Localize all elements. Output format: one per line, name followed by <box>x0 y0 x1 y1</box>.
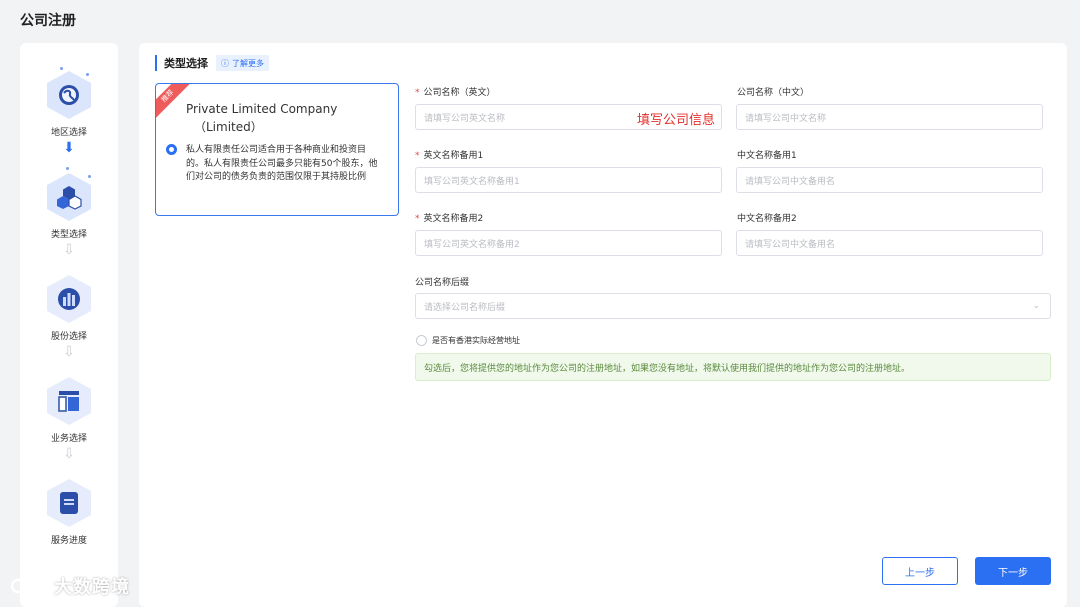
company-type-subtitle: （Limited） <box>194 120 263 134</box>
suffix-label: 公司名称后缀 <box>415 278 470 288</box>
alt-en-2-input[interactable]: 填写公司英文名称备用2 <box>415 230 722 256</box>
globe-icon <box>56 82 82 108</box>
bar-chart-icon <box>56 286 82 312</box>
hk-address-label: 是否有香港实际经营地址 <box>432 336 520 345</box>
step-sidebar: 地区选择 ⬇ 类型选择 ⇩ 股份选择 ⇩ 业务选择 ⇩ 服务进度 <box>20 43 118 607</box>
company-type-radio[interactable] <box>166 144 177 155</box>
suffix-placeholder: 请选择公司名称后缀 <box>424 302 506 313</box>
step-type[interactable]: 类型选择 <box>20 173 118 240</box>
name-cn-placeholder: 请填写公司中文名称 <box>745 113 827 124</box>
step-shares[interactable]: 股份选择 <box>20 275 118 342</box>
cubes-icon <box>56 184 82 210</box>
document-icon <box>56 490 82 516</box>
section-accent-bar <box>155 55 157 71</box>
required-marker: * <box>415 151 420 161</box>
prev-step-button[interactable]: 上一步 <box>882 557 958 585</box>
chevron-down-icon: ⌄ <box>1032 301 1040 311</box>
step-progress-label: 服务进度 <box>50 536 87 546</box>
alt-cn-1-input[interactable]: 请填写公司中文备用名 <box>736 167 1043 193</box>
required-marker: * <box>415 214 420 224</box>
step-business-label: 业务选择 <box>50 434 87 444</box>
learn-more-label: 了解更多 <box>232 58 264 68</box>
step-region[interactable]: 地区选择 <box>20 71 118 138</box>
step-business[interactable]: 业务选择 <box>20 377 118 444</box>
alt-cn-2-input[interactable]: 请填写公司中文备用名 <box>736 230 1043 256</box>
company-type-title: Private Limited Company <box>186 102 338 116</box>
main-panel: 类型选择 ⓘ 了解更多 推荐 Private Limited Company （… <box>139 43 1067 607</box>
step-arrow-down-icon: ⇩ <box>63 344 75 360</box>
step-type-badge <box>47 173 91 221</box>
suffix-select[interactable]: 请选择公司名称后缀 ⌄ <box>415 293 1051 319</box>
step-region-badge <box>47 71 91 119</box>
help-circle-icon: ⓘ <box>221 58 229 68</box>
alt-cn-1-label: 中文名称备用1 <box>737 151 797 161</box>
alt-cn-1-placeholder: 请填写公司中文备用名 <box>745 176 836 187</box>
watermark-text: 大数跨境 <box>54 577 130 598</box>
watermark: 大数跨境 <box>10 573 130 599</box>
page-title: 公司注册 <box>20 13 76 29</box>
step-shares-badge <box>47 275 91 323</box>
name-cn-label: 公司名称（中文） <box>737 88 810 98</box>
step-shares-label: 股份选择 <box>50 332 87 342</box>
section-header: 类型选择 ⓘ 了解更多 <box>155 55 269 71</box>
hk-address-checkbox[interactable] <box>416 335 427 346</box>
watermark-logo-icon <box>10 576 48 594</box>
layout-icon <box>56 388 82 414</box>
company-type-description: 私人有限责任公司适合用于各种商业和投资目的。私人有限责任公司最多只能有50个股东… <box>186 145 378 182</box>
alt-en-2-label: * 英文名称备用2 <box>415 214 484 224</box>
section-title: 类型选择 <box>164 57 208 70</box>
fill-info-annotation: 填写公司信息 <box>636 113 715 128</box>
step-progress-badge <box>47 479 91 527</box>
alt-en-1-placeholder: 填写公司英文名称备用1 <box>424 176 520 187</box>
company-type-card[interactable]: 推荐 Private Limited Company （Limited） 私人有… <box>155 83 399 216</box>
step-type-label: 类型选择 <box>50 230 87 240</box>
sparkle-dot <box>66 167 69 170</box>
alt-cn-2-placeholder: 请填写公司中文备用名 <box>745 239 836 250</box>
next-step-button[interactable]: 下一步 <box>975 557 1051 585</box>
name-en-label: * 公司名称（英文） <box>415 88 496 98</box>
alt-cn-2-label: 中文名称备用2 <box>737 214 797 224</box>
required-marker: * <box>415 88 420 98</box>
step-business-badge <box>47 377 91 425</box>
name-en-placeholder: 请填写公司英文名称 <box>424 113 506 124</box>
alt-en-1-input[interactable]: 填写公司英文名称备用1 <box>415 167 722 193</box>
step-region-label: 地区选择 <box>50 128 87 138</box>
alt-en-1-label: * 英文名称备用1 <box>415 151 484 161</box>
sparkle-dot <box>60 67 63 70</box>
learn-more-link[interactable]: ⓘ 了解更多 <box>216 55 269 71</box>
name-en-input[interactable]: 请填写公司英文名称 填写公司信息 <box>415 104 722 130</box>
step-arrow-down-icon: ⇩ <box>63 242 75 258</box>
step-progress[interactable]: 服务进度 <box>20 479 118 546</box>
step-arrow-down-icon: ⬇ <box>63 140 75 156</box>
step-arrow-down-icon: ⇩ <box>63 446 75 462</box>
hk-address-note: 勾选后，您将提供您的地址作为您公司的注册地址，如果您没有地址，将默认使用我们提供… <box>415 353 1051 381</box>
name-cn-input[interactable]: 请填写公司中文名称 <box>736 104 1043 130</box>
alt-en-2-placeholder: 填写公司英文名称备用2 <box>424 239 520 250</box>
